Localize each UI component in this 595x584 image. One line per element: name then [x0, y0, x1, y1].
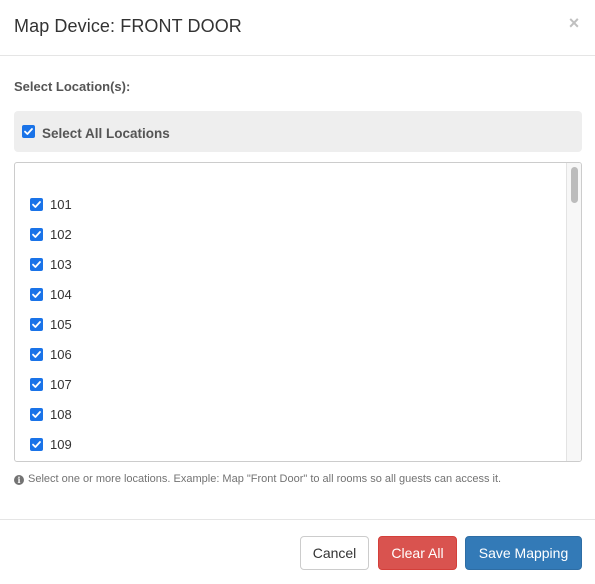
location-checkbox[interactable]	[30, 288, 43, 301]
location-label[interactable]: 108	[50, 407, 72, 422]
checkmark-icon	[32, 411, 41, 418]
location-label[interactable]: 103	[50, 257, 72, 272]
location-checkbox[interactable]	[30, 258, 43, 271]
location-label[interactable]: 105	[50, 317, 72, 332]
location-checkbox[interactable]	[30, 438, 43, 451]
locations-list[interactable]: 101 102 103 104 105 106 107 108 109	[14, 162, 582, 462]
location-label[interactable]: 101	[50, 197, 72, 212]
location-checkbox[interactable]	[30, 348, 43, 361]
checkmark-icon	[32, 231, 41, 238]
checkmark-icon	[32, 261, 41, 268]
checkmark-icon	[24, 128, 33, 135]
locations-list-content: 101 102 103 104 105 106 107 108 109	[15, 163, 566, 461]
location-checkbox[interactable]	[30, 198, 43, 211]
checkmark-icon	[32, 441, 41, 448]
checkmark-icon	[32, 351, 41, 358]
help-text-content: Select one or more locations. Example: M…	[28, 473, 502, 485]
location-label[interactable]: 104	[50, 287, 72, 302]
modal-footer: Cancel Clear All Save Mapping	[0, 519, 595, 584]
clear-all-button[interactable]: Clear All	[378, 536, 457, 570]
location-label[interactable]: 102	[50, 227, 72, 242]
checkmark-icon	[32, 381, 41, 388]
cancel-button[interactable]: Cancel	[300, 536, 369, 570]
modal-title: Map Device: FRONT DOOR	[14, 16, 242, 36]
checkmark-icon	[32, 201, 41, 208]
map-device-modal: Map Device: FRONT DOOR × Select Location…	[0, 0, 595, 584]
select-all-checkbox[interactable]	[22, 125, 35, 138]
save-mapping-button[interactable]: Save Mapping	[465, 536, 582, 570]
scrollbar-thumb[interactable]	[571, 167, 578, 203]
help-text: i Select one or more locations. Example: …	[14, 473, 501, 485]
modal-header: Map Device: FRONT DOOR ×	[0, 0, 595, 56]
info-circle-icon: i	[14, 475, 24, 485]
location-checkbox[interactable]	[30, 408, 43, 421]
location-label[interactable]: 106	[50, 347, 72, 362]
select-all-row[interactable]: Select All Locations	[14, 111, 582, 152]
checkmark-icon	[32, 291, 41, 298]
select-all-label[interactable]: Select All Locations	[42, 126, 170, 141]
location-label[interactable]: 107	[50, 377, 72, 392]
checkmark-icon	[32, 321, 41, 328]
select-locations-label: Select Location(s):	[14, 79, 131, 94]
location-checkbox[interactable]	[30, 378, 43, 391]
list-scrollbar[interactable]	[566, 163, 581, 461]
location-label[interactable]: 109	[50, 437, 72, 452]
location-checkbox[interactable]	[30, 228, 43, 241]
close-button[interactable]: ×	[567, 14, 581, 32]
location-checkbox[interactable]	[30, 318, 43, 331]
